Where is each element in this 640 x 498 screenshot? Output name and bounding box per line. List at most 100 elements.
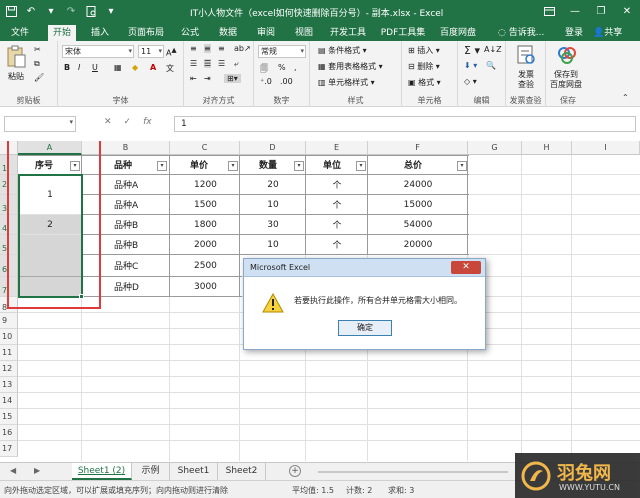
- header-quantity[interactable]: 数量: [240, 155, 296, 174]
- row-header-15[interactable]: 15: [0, 409, 18, 425]
- tab-view[interactable]: 视图: [290, 25, 318, 41]
- font-size-select[interactable]: 11 ▾: [138, 45, 164, 58]
- cancel-icon[interactable]: ✕: [104, 117, 112, 127]
- tell-me-box[interactable]: ◌ 告诉我...: [498, 25, 544, 41]
- column-header-f[interactable]: F: [368, 141, 468, 155]
- copy-icon[interactable]: ⧉: [34, 59, 40, 69]
- phonetic-icon[interactable]: 文: [166, 63, 174, 74]
- column-header-i[interactable]: I: [572, 141, 640, 155]
- insert-cells-button[interactable]: ⊞ 插入 ▾: [408, 45, 440, 57]
- header-unit[interactable]: 单位: [306, 155, 358, 174]
- enter-icon[interactable]: ✓: [124, 117, 132, 127]
- dialog-close-button[interactable]: ✕: [451, 261, 481, 274]
- customize-qat-icon[interactable]: ▾: [104, 4, 118, 18]
- cell-total[interactable]: 20000: [368, 235, 468, 254]
- cell-variety[interactable]: 品种B: [110, 215, 168, 234]
- tab-data[interactable]: 数据: [214, 25, 242, 41]
- undo-icon[interactable]: ↶: [24, 4, 38, 18]
- font-color-icon[interactable]: A: [150, 63, 156, 72]
- cell-qty[interactable]: 20: [240, 175, 306, 194]
- paste-icon[interactable]: [6, 45, 30, 69]
- cell-total[interactable]: 24000: [368, 175, 468, 194]
- column-header-d[interactable]: D: [240, 141, 306, 155]
- restore-icon[interactable]: ❐: [588, 0, 614, 23]
- row-header-13[interactable]: 13: [0, 377, 18, 393]
- filter-dropdown-icon[interactable]: ▾: [356, 161, 366, 171]
- format-cells-button[interactable]: ▣ 格式 ▾: [408, 77, 441, 89]
- column-header-g[interactable]: G: [468, 141, 522, 155]
- fill-icon[interactable]: ⬇ ▾: [464, 61, 477, 70]
- row-header-17[interactable]: 17: [0, 441, 18, 457]
- cell-total[interactable]: 54000: [368, 215, 468, 234]
- cell-variety[interactable]: 品种B: [110, 235, 168, 254]
- row-header-14[interactable]: 14: [0, 393, 18, 409]
- header-variety[interactable]: 品种: [110, 155, 160, 174]
- bold-icon[interactable]: B: [64, 63, 70, 72]
- save-to-label-line2[interactable]: 百度网盘: [550, 79, 582, 90]
- tab-pdf-tools[interactable]: PDF工具集: [378, 25, 428, 41]
- cell-unit[interactable]: 个: [306, 175, 368, 194]
- merge-center-icon[interactable]: ⊞▾: [224, 74, 241, 83]
- underline-icon[interactable]: U: [92, 63, 98, 72]
- paste-label[interactable]: 粘贴: [8, 71, 24, 82]
- cell-qty[interactable]: 10: [240, 195, 306, 214]
- horizontal-scrollbar[interactable]: [318, 471, 508, 473]
- align-bottom-icon[interactable]: ≡: [218, 44, 225, 53]
- cell-styles-button[interactable]: ▥ 单元格样式 ▾: [318, 77, 375, 89]
- cell-price[interactable]: 1500: [190, 195, 238, 214]
- clear-icon[interactable]: ◇ ▾: [464, 77, 477, 86]
- undo-dropdown-icon[interactable]: ▾: [44, 4, 58, 18]
- sheet-tab-sheet1-2[interactable]: Sheet1 (2): [72, 463, 132, 480]
- cell-variety[interactable]: 品种D: [110, 277, 168, 296]
- tab-insert[interactable]: 插入: [86, 25, 114, 41]
- cell-variety[interactable]: 品种A: [110, 175, 168, 194]
- cell-qty[interactable]: 30: [240, 215, 306, 234]
- row-header-12[interactable]: 12: [0, 361, 18, 377]
- share-button[interactable]: 👤共享: [593, 25, 622, 41]
- font-name-select[interactable]: 宋体 ▾: [62, 45, 134, 58]
- filter-dropdown-icon[interactable]: ▾: [228, 161, 238, 171]
- wrap-text-icon[interactable]: ⤶: [234, 59, 238, 69]
- format-as-table-button[interactable]: ▦ 套用表格格式 ▾: [318, 61, 383, 73]
- cell-qty[interactable]: 10: [240, 235, 306, 254]
- print-preview-icon[interactable]: [84, 4, 98, 18]
- border-icon[interactable]: ▦: [114, 63, 122, 72]
- cell-price[interactable]: 2500: [190, 255, 238, 276]
- sort-filter-icon[interactable]: A↓Z: [484, 45, 502, 54]
- filter-dropdown-icon[interactable]: ▾: [294, 161, 304, 171]
- cell-unit[interactable]: 个: [306, 195, 368, 214]
- comma-icon[interactable]: ,: [294, 63, 297, 72]
- cell-variety[interactable]: 品种A: [110, 195, 168, 214]
- cell-price[interactable]: 1200: [190, 175, 238, 194]
- formula-input[interactable]: 1: [174, 116, 636, 132]
- conditional-format-button[interactable]: ▤ 条件格式 ▾: [318, 45, 367, 57]
- row-header-9[interactable]: 9: [0, 313, 18, 329]
- cell-price[interactable]: 3000: [190, 277, 238, 296]
- increase-decimal-icon[interactable]: ⁺.0: [260, 77, 272, 86]
- increase-indent-icon[interactable]: ⇥: [204, 74, 211, 83]
- sheet-tab-sheet2[interactable]: Sheet2: [218, 463, 266, 480]
- align-right-icon[interactable]: ☰: [218, 59, 225, 68]
- column-header-h[interactable]: H: [522, 141, 572, 155]
- filter-dropdown-icon[interactable]: ▾: [157, 161, 167, 171]
- decrease-decimal-icon[interactable]: .00: [280, 77, 293, 86]
- align-top-icon[interactable]: ≡: [190, 44, 197, 53]
- save-icon[interactable]: [4, 4, 18, 18]
- find-select-icon[interactable]: 🔍: [486, 61, 496, 70]
- italic-icon[interactable]: I: [78, 63, 80, 72]
- header-total[interactable]: 总价: [368, 155, 458, 174]
- cell-unit[interactable]: 个: [306, 215, 368, 234]
- sheet-tab-example[interactable]: 示例: [132, 463, 170, 480]
- column-header-c[interactable]: C: [170, 141, 240, 155]
- cell-price[interactable]: 1800: [190, 215, 238, 234]
- invoice-label-line2[interactable]: 查验: [518, 79, 534, 90]
- redo-icon[interactable]: ↷: [64, 4, 78, 18]
- align-left-icon[interactable]: ☰: [190, 59, 197, 68]
- sheet-tab-sheet1[interactable]: Sheet1: [170, 463, 218, 480]
- login-link[interactable]: 登录: [565, 25, 583, 41]
- cell-total[interactable]: 15000: [368, 195, 468, 214]
- tab-file[interactable]: 文件: [6, 25, 34, 41]
- collapse-ribbon-icon[interactable]: ⌃: [622, 93, 629, 102]
- insert-function-icon[interactable]: fx: [143, 117, 152, 127]
- tab-review[interactable]: 审阅: [252, 25, 280, 41]
